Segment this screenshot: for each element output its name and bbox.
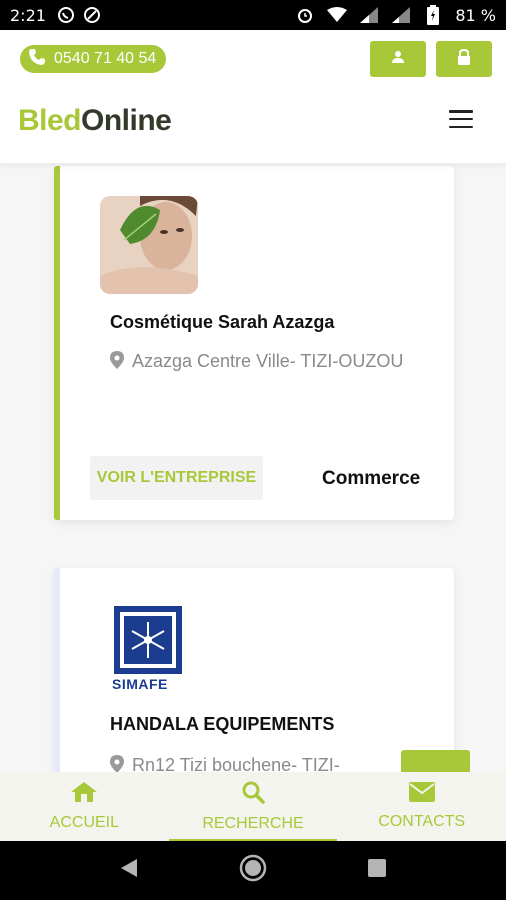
address-text: Rn12 Tizi bouchene- TIZI-: [132, 755, 340, 772]
login-button[interactable]: [436, 41, 492, 77]
location-pin-icon: [110, 348, 124, 378]
listing-card: SIMAFE HANDALA EQUIPEMENTS Rn12 Tizi bou…: [54, 568, 454, 772]
home-icon: [70, 781, 98, 808]
listing-feed: Cosmétique Sarah Azazga Azazga Centre Vi…: [0, 164, 506, 772]
lock-icon: [457, 48, 471, 70]
user-icon: [391, 50, 405, 69]
company-logo-text: SIMAFE: [112, 676, 168, 692]
alarm-icon: [295, 5, 315, 25]
card-accent-bar: [54, 166, 60, 520]
business-address: Rn12 Tizi bouchene- TIZI-: [110, 750, 410, 772]
business-address: Azazga Centre Ville- TIZI-OUZOU: [110, 346, 410, 378]
nav-search-label: RECHERCHE: [202, 815, 304, 832]
nav-contacts[interactable]: CONTACTS: [337, 772, 506, 841]
category-label: Commerce: [322, 468, 421, 489]
battery-icon: [423, 5, 443, 25]
screen: 2:21 81 % 0540 71 40 54 BledOnline Cosmé…: [0, 0, 506, 900]
logo-bled: Bled: [18, 104, 82, 137]
back-icon[interactable]: [120, 858, 138, 883]
account-button[interactable]: [370, 41, 426, 77]
listing-card: Cosmétique Sarah Azazga Azazga Centre Vi…: [54, 166, 454, 520]
company-logo[interactable]: SIMAFE: [100, 606, 198, 704]
hamburger-menu-icon[interactable]: [448, 108, 474, 130]
recents-icon[interactable]: [367, 859, 386, 882]
view-company-button[interactable]: VOIR L'ENTREPRISE: [90, 456, 263, 500]
location-pin-icon: [110, 752, 124, 772]
wifi-icon: [327, 5, 348, 25]
nav-home[interactable]: ACCUEIL: [0, 772, 169, 841]
whatsapp-icon: [56, 5, 76, 25]
circle-app-icon: [82, 5, 102, 25]
phone-icon: [28, 48, 46, 71]
signal-icon-2: [391, 5, 411, 25]
business-photo[interactable]: [100, 196, 198, 294]
nav-search[interactable]: RECHERCHE: [168, 772, 338, 841]
signal-icon: [359, 5, 379, 25]
search-icon: [241, 780, 265, 809]
bottom-nav: ACCUEIL RECHERCHE CONTACTS: [0, 772, 506, 841]
site-header: 0540 71 40 54 BledOnline: [0, 30, 506, 164]
site-logo[interactable]: BledOnline: [18, 104, 172, 138]
address-text: Azazga Centre Ville- TIZI-OUZOU: [132, 351, 404, 371]
status-time: 2:21: [10, 5, 46, 25]
nav-contacts-label: CONTACTS: [378, 813, 466, 830]
system-nav-bar: [0, 841, 506, 900]
business-name[interactable]: HANDALA EQUIPEMENTS: [110, 714, 334, 735]
battery-percent: 81 %: [455, 5, 496, 25]
phone-number: 0540 71 40 54: [54, 50, 157, 67]
mail-icon: [408, 782, 435, 807]
nav-home-label: ACCUEIL: [49, 814, 120, 831]
logo-online: Online: [81, 104, 172, 137]
card-accent-bar: [54, 568, 60, 772]
phone-button[interactable]: 0540 71 40 54: [20, 45, 167, 73]
status-bar: 2:21 81 %: [0, 0, 506, 30]
business-name[interactable]: Cosmétique Sarah Azazga: [110, 312, 334, 333]
home-button-icon[interactable]: [239, 854, 267, 887]
